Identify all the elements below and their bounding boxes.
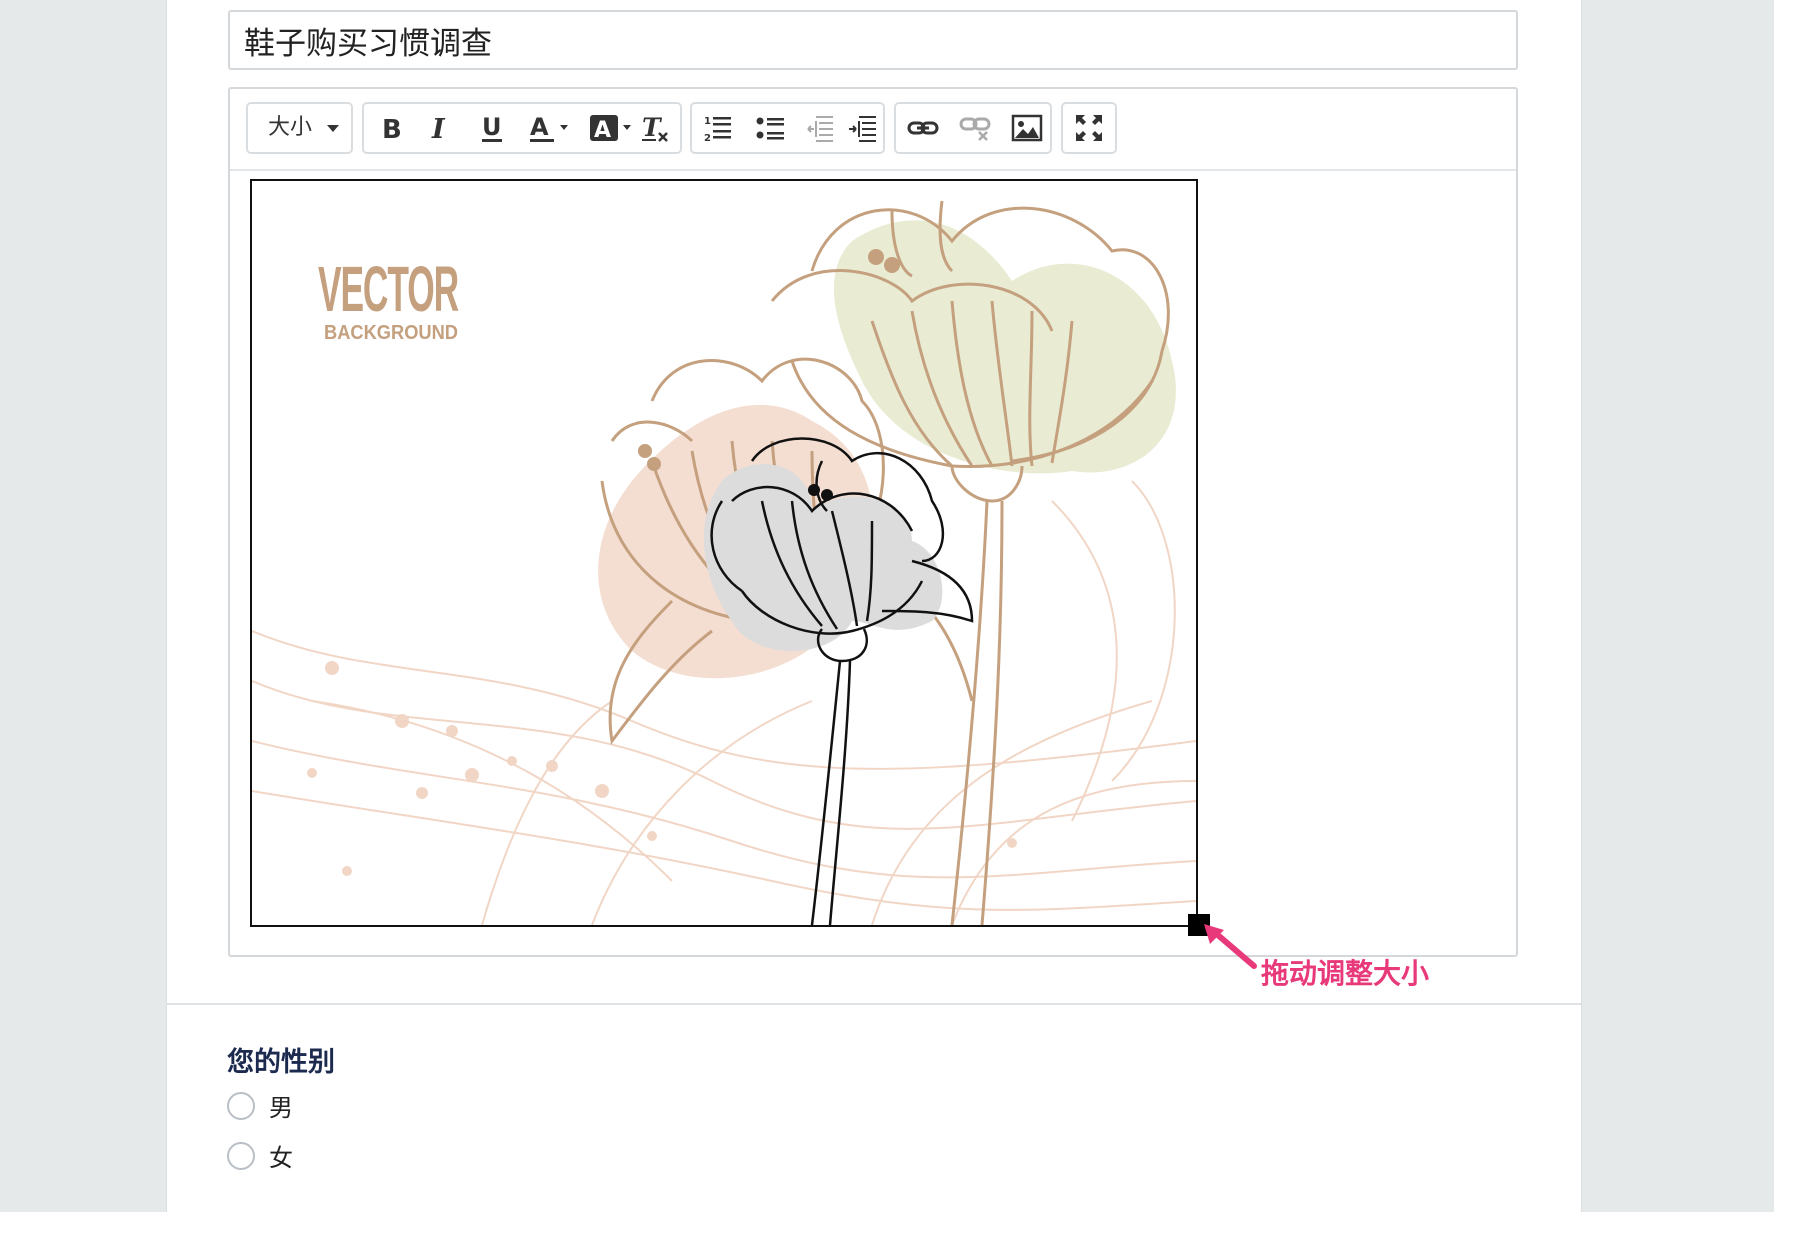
insert-group xyxy=(894,102,1052,154)
image-headline: VECTOR xyxy=(318,253,458,325)
section-divider xyxy=(167,1003,1581,1005)
svg-text:2: 2 xyxy=(704,133,711,143)
font-size-label: 大小 xyxy=(268,115,313,140)
outdent-icon xyxy=(807,116,833,142)
font-color-button[interactable]: A xyxy=(522,104,578,152)
image-subline: BACKGROUND xyxy=(324,322,458,344)
bold-icon: B xyxy=(382,115,402,143)
ordered-list-button[interactable]: 12 xyxy=(696,104,740,152)
background-color-icon: A xyxy=(590,115,631,143)
option-label: 女 xyxy=(269,1144,293,1172)
svg-text:A: A xyxy=(530,113,549,141)
fullscreen-icon xyxy=(1076,115,1102,141)
inserted-image[interactable]: VECTOR BACKGROUND xyxy=(250,179,1198,927)
unlink-button[interactable] xyxy=(952,104,998,152)
bold-button[interactable]: B xyxy=(370,104,414,152)
outdent-button[interactable] xyxy=(798,104,842,152)
unordered-list-button[interactable] xyxy=(748,104,792,152)
option-label: 男 xyxy=(269,1094,293,1122)
option-female[interactable]: 女 xyxy=(227,1138,293,1173)
unordered-list-icon xyxy=(756,117,784,140)
font-size-dropdown[interactable]: 大小 xyxy=(248,104,351,152)
svg-text:A: A xyxy=(594,118,611,143)
italic-icon: I xyxy=(431,114,446,143)
option-male[interactable]: 男 xyxy=(227,1088,293,1123)
annotation-label: 拖动调整大小 xyxy=(1261,957,1430,990)
clear-format-icon: T xyxy=(642,113,668,142)
underline-button[interactable]: U xyxy=(468,104,516,152)
fullscreen-button[interactable] xyxy=(1065,104,1113,152)
flower-illustration: VECTOR BACKGROUND xyxy=(252,200,1196,925)
annotation-arrow-icon xyxy=(1204,924,1257,969)
radio-button[interactable] xyxy=(227,1141,255,1170)
image-button[interactable] xyxy=(1004,104,1050,152)
fullscreen-group xyxy=(1061,102,1117,154)
indent-button[interactable] xyxy=(842,104,884,152)
format-group: B I U A A T xyxy=(362,102,682,154)
question-title: 您的性别 xyxy=(227,1047,335,1078)
chevron-down-icon xyxy=(327,125,339,132)
font-size-group: 大小 xyxy=(246,102,353,154)
link-button[interactable] xyxy=(900,104,946,152)
unlink-icon xyxy=(959,117,991,141)
font-color-icon: A xyxy=(530,113,568,142)
svg-text:B: B xyxy=(382,115,402,143)
toolbar-divider xyxy=(230,169,1516,171)
radio-button[interactable] xyxy=(227,1091,255,1120)
ordered-list-icon: 12 xyxy=(704,116,731,143)
svg-text:U: U xyxy=(482,113,502,141)
svg-text:T: T xyxy=(642,113,663,142)
list-group: 12 xyxy=(690,102,885,154)
italic-button[interactable]: I xyxy=(418,104,462,152)
indent-icon xyxy=(849,116,876,142)
rich-text-editor[interactable]: 大小 B I U A A T 12 VECTOR BACKGROUND xyxy=(228,87,1518,957)
svg-text:1: 1 xyxy=(704,116,711,127)
underline-icon: U xyxy=(482,113,502,142)
svg-text:I: I xyxy=(431,114,446,143)
image-icon xyxy=(1011,114,1043,142)
survey-title-input[interactable] xyxy=(228,10,1518,70)
link-icon xyxy=(907,121,939,135)
clear-format-button[interactable]: T xyxy=(632,104,680,152)
